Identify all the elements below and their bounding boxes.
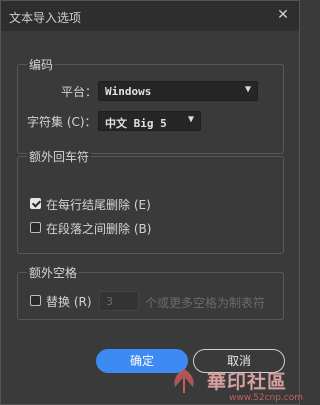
charset-label: 字符集 (C)： bbox=[27, 115, 97, 129]
encoding-legend: 编码 bbox=[27, 56, 56, 73]
chevron-down-icon: ▼ bbox=[244, 84, 251, 95]
encoding-group bbox=[17, 64, 284, 154]
platform-label: 平台： bbox=[61, 85, 98, 99]
title-bar[interactable]: 文本导入选项 ✕ bbox=[1, 1, 299, 31]
text-import-options-dialog: 文本导入选项 ✕ 编码 平台： Windows ▼ 字符集 (C)： 中文 Bi… bbox=[0, 0, 304, 405]
extra-spaces-legend: 额外空格 bbox=[27, 264, 80, 281]
extra-returns-legend: 额外回车符 bbox=[27, 148, 92, 165]
space-suffix-label: 个或更多空格为制表符 bbox=[145, 296, 266, 310]
platform-value: Windows bbox=[105, 85, 152, 98]
charset-select[interactable]: 中文 Big 5 ▼ bbox=[98, 111, 201, 131]
replace-label[interactable]: 替换 (R) bbox=[46, 293, 92, 310]
remove-eol-checkbox[interactable] bbox=[30, 198, 41, 209]
chevron-down-icon: ▼ bbox=[187, 114, 194, 125]
watermark-url: www.52cnp.com bbox=[229, 393, 304, 403]
space-count-value: 3 bbox=[106, 295, 113, 308]
dialog-title: 文本导入选项 bbox=[9, 11, 82, 25]
remove-between-checkbox[interactable] bbox=[30, 222, 41, 233]
watermark-logo-icon bbox=[174, 369, 194, 393]
platform-select[interactable]: Windows ▼ bbox=[98, 81, 258, 101]
space-count-input[interactable]: 3 bbox=[99, 291, 139, 311]
charset-value: 中文 Big 5 bbox=[105, 117, 167, 130]
close-icon[interactable]: ✕ bbox=[275, 7, 291, 23]
watermark-text: 華印社區 bbox=[207, 371, 288, 393]
replace-checkbox[interactable] bbox=[30, 295, 41, 306]
remove-between-label[interactable]: 在段落之间删除 (B) bbox=[46, 220, 151, 237]
remove-eol-label[interactable]: 在每行结尾删除 (E) bbox=[46, 196, 151, 213]
